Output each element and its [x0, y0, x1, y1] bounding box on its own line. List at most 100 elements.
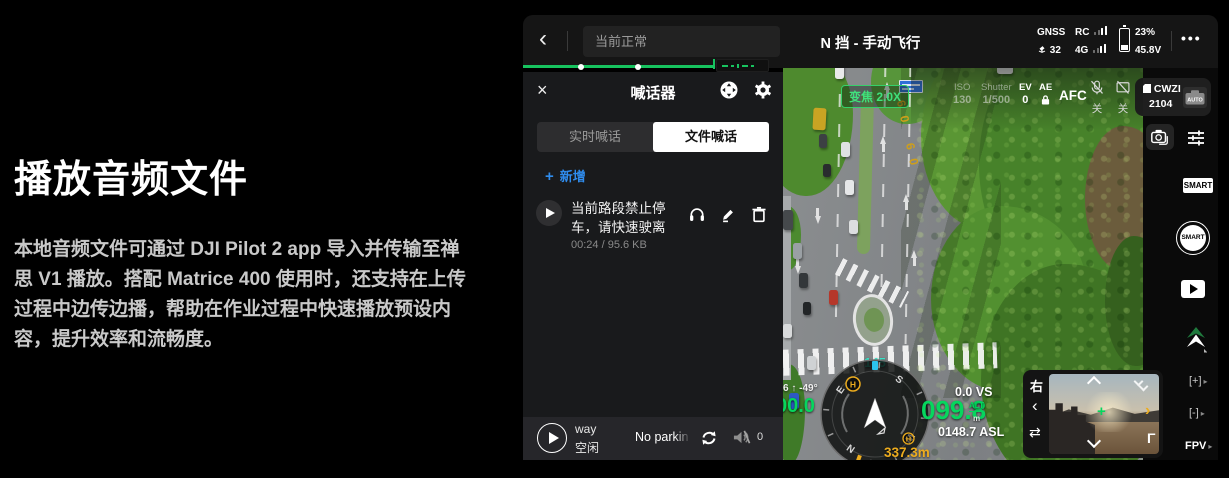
net-signal-row: 4G — [1075, 42, 1107, 60]
mic-off-icon — [1089, 80, 1105, 95]
timeline-dot — [578, 64, 584, 70]
player-track-line2: 空闲 — [575, 439, 599, 456]
shutter-readout: Shutter1/500 — [981, 81, 1012, 107]
map-zoom-in-button[interactable]: [+]▸ — [1189, 375, 1208, 387]
gimbal-pitch-clipped: 6 ↑ -49° — [783, 383, 818, 394]
loop-count: 0 — [757, 431, 763, 443]
add-label: 新增 — [560, 169, 586, 184]
vehicle — [849, 220, 858, 234]
smart-button-label: SMART — [1180, 225, 1206, 251]
iso-readout: ISO130 — [953, 81, 971, 107]
more-menu-button[interactable]: ••• — [1181, 30, 1202, 46]
focus-mode-button[interactable]: AFC — [1059, 88, 1087, 103]
tab-file-shout[interactable]: 文件喊话 — [653, 122, 769, 152]
player-track-line1: way — [575, 422, 596, 436]
gnss-count: 32 — [1050, 45, 1061, 56]
storage-count: 2104 — [1149, 98, 1172, 110]
playback-button[interactable] — [1181, 280, 1205, 298]
audio-item-name: 当前路段禁止停车，请快速驶离 — [571, 199, 681, 237]
add-file-button[interactable]: + 新增 — [545, 166, 586, 185]
now-playing-text: No parkin — [635, 430, 691, 444]
vehicle — [823, 164, 831, 177]
zoom-level-tag[interactable]: 变焦 2.0X — [841, 85, 909, 108]
corner-bracket-icon[interactable]: Γ — [1147, 430, 1155, 446]
caret-icon: ▸ — [1201, 409, 1205, 418]
bottom-player-bar: way 空闲 No parkin 0 — [523, 417, 783, 460]
camera-capture-icon — [1149, 127, 1171, 147]
loop-repeat-icon[interactable] — [699, 428, 719, 448]
swap-view-icon[interactable]: ⇄ — [1029, 424, 1041, 441]
satellite-icon — [1037, 45, 1047, 54]
sun-glow — [1079, 392, 1139, 432]
expand-chevron[interactable]: › — [1145, 402, 1150, 420]
gnss-label: GNSS — [1037, 24, 1065, 42]
hms-timeline[interactable] — [523, 65, 714, 68]
page-description: 本地音频文件可通过 DJI Pilot 2 app 导入并传输至禅思 V1 播放… — [14, 235, 466, 355]
battery-icon — [1119, 28, 1130, 52]
audio-item-play-button[interactable] — [536, 200, 562, 226]
gnss-status[interactable]: GNSS 32 — [1037, 24, 1065, 60]
link-status[interactable]: RC 4G — [1075, 24, 1107, 60]
delete-trash-icon[interactable] — [750, 205, 768, 223]
auto-mode-camera-icon: AUTO — [1183, 87, 1207, 108]
map-zoom-out-button[interactable]: [-]▸ — [1189, 407, 1205, 419]
gimbal-side-label[interactable]: 右 — [1030, 376, 1043, 395]
caret-icon: ▸ — [1208, 442, 1212, 451]
smart-tag: SMART — [1183, 178, 1213, 193]
settings-gear-icon[interactable] — [753, 80, 773, 100]
ae-lock[interactable]: AE — [1039, 81, 1052, 107]
vehicle — [841, 142, 850, 157]
mic-off-toggle[interactable]: 关 — [1089, 80, 1105, 116]
caret-icon: ▸ — [1204, 377, 1208, 386]
lane-arrow — [880, 136, 886, 144]
timeline-tick — [713, 59, 715, 69]
fpv-mini-window[interactable]: 右 ‹ ⇄ + › Γ — [1023, 370, 1163, 458]
rc-label: RC — [1075, 27, 1089, 38]
screen-off-toggle[interactable]: 关 — [1115, 80, 1131, 116]
top-status-bar: ‹ 当前正常 N 挡 - 手动飞行 GNSS 32 RC — [523, 15, 1218, 68]
aircraft-icon[interactable] — [1185, 325, 1207, 353]
sd-card-icon — [1143, 84, 1151, 93]
gimbal-dpad-icon[interactable] — [719, 80, 739, 100]
battery-percent: 23% — [1135, 24, 1161, 42]
battery-status[interactable]: 23% 45.8V — [1135, 24, 1161, 60]
fpv-view-button[interactable]: FPV▸ — [1185, 440, 1212, 452]
rc-signal-icon — [1094, 26, 1107, 35]
capture-mode-button[interactable] — [1146, 124, 1174, 150]
home-distance: 337.3m — [884, 445, 930, 460]
edit-pencil-icon[interactable] — [719, 205, 737, 223]
storage-status[interactable]: CWZI 2104 AUTO — [1135, 78, 1211, 116]
altitude-label: ALT — [969, 401, 984, 412]
speed-clipped: 00.0 — [783, 395, 815, 418]
tab-realtime-shout[interactable]: 实时喊话 — [537, 122, 653, 152]
vehicle — [807, 356, 816, 370]
net-label: 4G — [1075, 45, 1088, 56]
zoom-value: 2.0X — [876, 90, 901, 104]
fpv-center-cross: + — [1097, 403, 1106, 420]
preview-headphones-icon[interactable] — [688, 205, 706, 223]
camera-settings-sliders-icon[interactable] — [1186, 128, 1206, 148]
lane-arrow — [903, 194, 909, 202]
svg-text:H: H — [906, 435, 911, 444]
lane-arrow — [815, 216, 821, 224]
ev-readout[interactable]: EV0 — [1019, 81, 1032, 107]
plus-icon: + — [545, 168, 554, 185]
hero-section: 播放音频文件 本地音频文件可通过 DJI Pilot 2 app 导入并传输至禅… — [14, 148, 484, 355]
vehicle — [812, 108, 826, 131]
zoom-label: 变焦 — [849, 90, 873, 104]
page-title: 播放音频文件 — [14, 148, 484, 203]
player-play-button[interactable] — [537, 423, 567, 453]
vehicle — [803, 302, 811, 315]
flight-mode-title: N 挡 - 手动飞行 — [523, 32, 1218, 53]
mute-speaker-icon[interactable] — [732, 429, 752, 449]
home-distance-icon: H — [902, 432, 915, 445]
vehicle — [845, 180, 854, 195]
vehicle — [799, 273, 808, 288]
lock-icon — [1041, 95, 1050, 105]
smart-capture-button[interactable]: SMART — [1176, 221, 1210, 255]
collapse-chevron[interactable]: ‹ — [1032, 396, 1038, 416]
screen-off-icon — [1115, 80, 1131, 95]
timeline-dot — [635, 64, 641, 70]
divider — [1171, 31, 1172, 51]
timeline-marker-box — [716, 59, 769, 72]
